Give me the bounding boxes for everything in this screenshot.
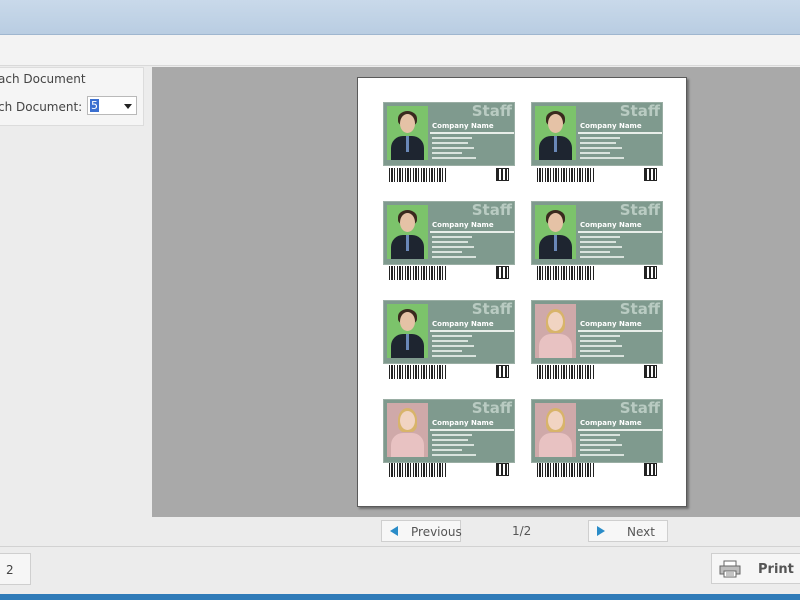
bottom-accent-line — [0, 594, 800, 600]
barcode — [537, 168, 595, 182]
id-card: Staff Company Name — [531, 300, 663, 364]
id-card: Staff Company Name — [383, 399, 515, 463]
company-name: Company Name — [432, 221, 494, 229]
barcode — [389, 365, 447, 379]
company-name: Company Name — [432, 419, 494, 427]
photo — [535, 304, 576, 358]
staff-label: Staff — [471, 399, 512, 417]
staff-label: Staff — [619, 102, 660, 120]
qr-code — [644, 365, 657, 378]
barcode — [537, 463, 595, 477]
preview-page: Staff Company Name Staff Company Name St… — [357, 77, 687, 507]
company-name: Company Name — [580, 419, 642, 427]
qr-code — [496, 168, 509, 181]
id-card: Staff Company Name — [531, 201, 663, 265]
photo — [535, 205, 576, 259]
next-button[interactable]: Next — [588, 520, 668, 542]
id-card: Staff Company Name — [383, 201, 515, 265]
toolbar — [0, 35, 800, 66]
settings-panel: ach Document ch Document: 5 — [0, 67, 144, 126]
window-title-bar — [0, 0, 800, 35]
photo — [535, 403, 576, 457]
printer-icon — [719, 560, 741, 578]
previous-label: Previous — [411, 525, 462, 539]
barcode — [389, 266, 447, 280]
barcode — [537, 365, 595, 379]
print-button[interactable]: Print — [711, 553, 800, 584]
photo — [387, 205, 428, 259]
chevron-down-icon[interactable] — [124, 104, 132, 109]
qr-code — [496, 365, 509, 378]
staff-label: Staff — [619, 300, 660, 318]
staff-label: Staff — [471, 102, 512, 120]
copies-select[interactable]: 5 — [87, 96, 137, 115]
print-preview-area: Staff Company Name Staff Company Name St… — [152, 67, 800, 517]
company-name: Company Name — [432, 122, 494, 130]
page-indicator: 1/2 — [512, 524, 532, 538]
staff-label: Staff — [619, 399, 660, 417]
arrow-right-icon — [597, 526, 605, 536]
barcode — [389, 168, 447, 182]
id-card: Staff Company Name — [531, 102, 663, 166]
print-label: Print — [758, 562, 794, 577]
company-name: Company Name — [432, 320, 494, 328]
photo — [535, 106, 576, 160]
barcode — [537, 266, 595, 280]
id-card: Staff Company Name — [383, 300, 515, 364]
id-card: Staff Company Name — [383, 102, 515, 166]
qr-code — [496, 463, 509, 476]
previous-button[interactable]: Previous — [381, 520, 462, 542]
company-name: Company Name — [580, 122, 642, 130]
company-name: Company Name — [580, 320, 642, 328]
staff-label: Staff — [471, 300, 512, 318]
qr-code — [644, 463, 657, 476]
id-card: Staff Company Name — [531, 399, 663, 463]
qr-code — [496, 266, 509, 279]
qr-code — [644, 266, 657, 279]
qr-code — [644, 168, 657, 181]
staff-label: Staff — [471, 201, 512, 219]
footer-left-button-label: 2 — [6, 563, 14, 577]
footer-left-button[interactable]: 2 — [0, 553, 31, 585]
staff-label: Staff — [619, 201, 660, 219]
company-name: Company Name — [580, 221, 642, 229]
next-label: Next — [627, 525, 655, 539]
arrow-left-icon — [390, 526, 398, 536]
copies-select-value: 5 — [90, 99, 99, 112]
each-document-label: ach Document — [0, 72, 86, 86]
photo — [387, 106, 428, 160]
footer-bar — [0, 546, 800, 595]
photo — [387, 403, 428, 457]
photo — [387, 304, 428, 358]
copies-per-document-label: ch Document: — [0, 100, 83, 114]
barcode — [389, 463, 447, 477]
